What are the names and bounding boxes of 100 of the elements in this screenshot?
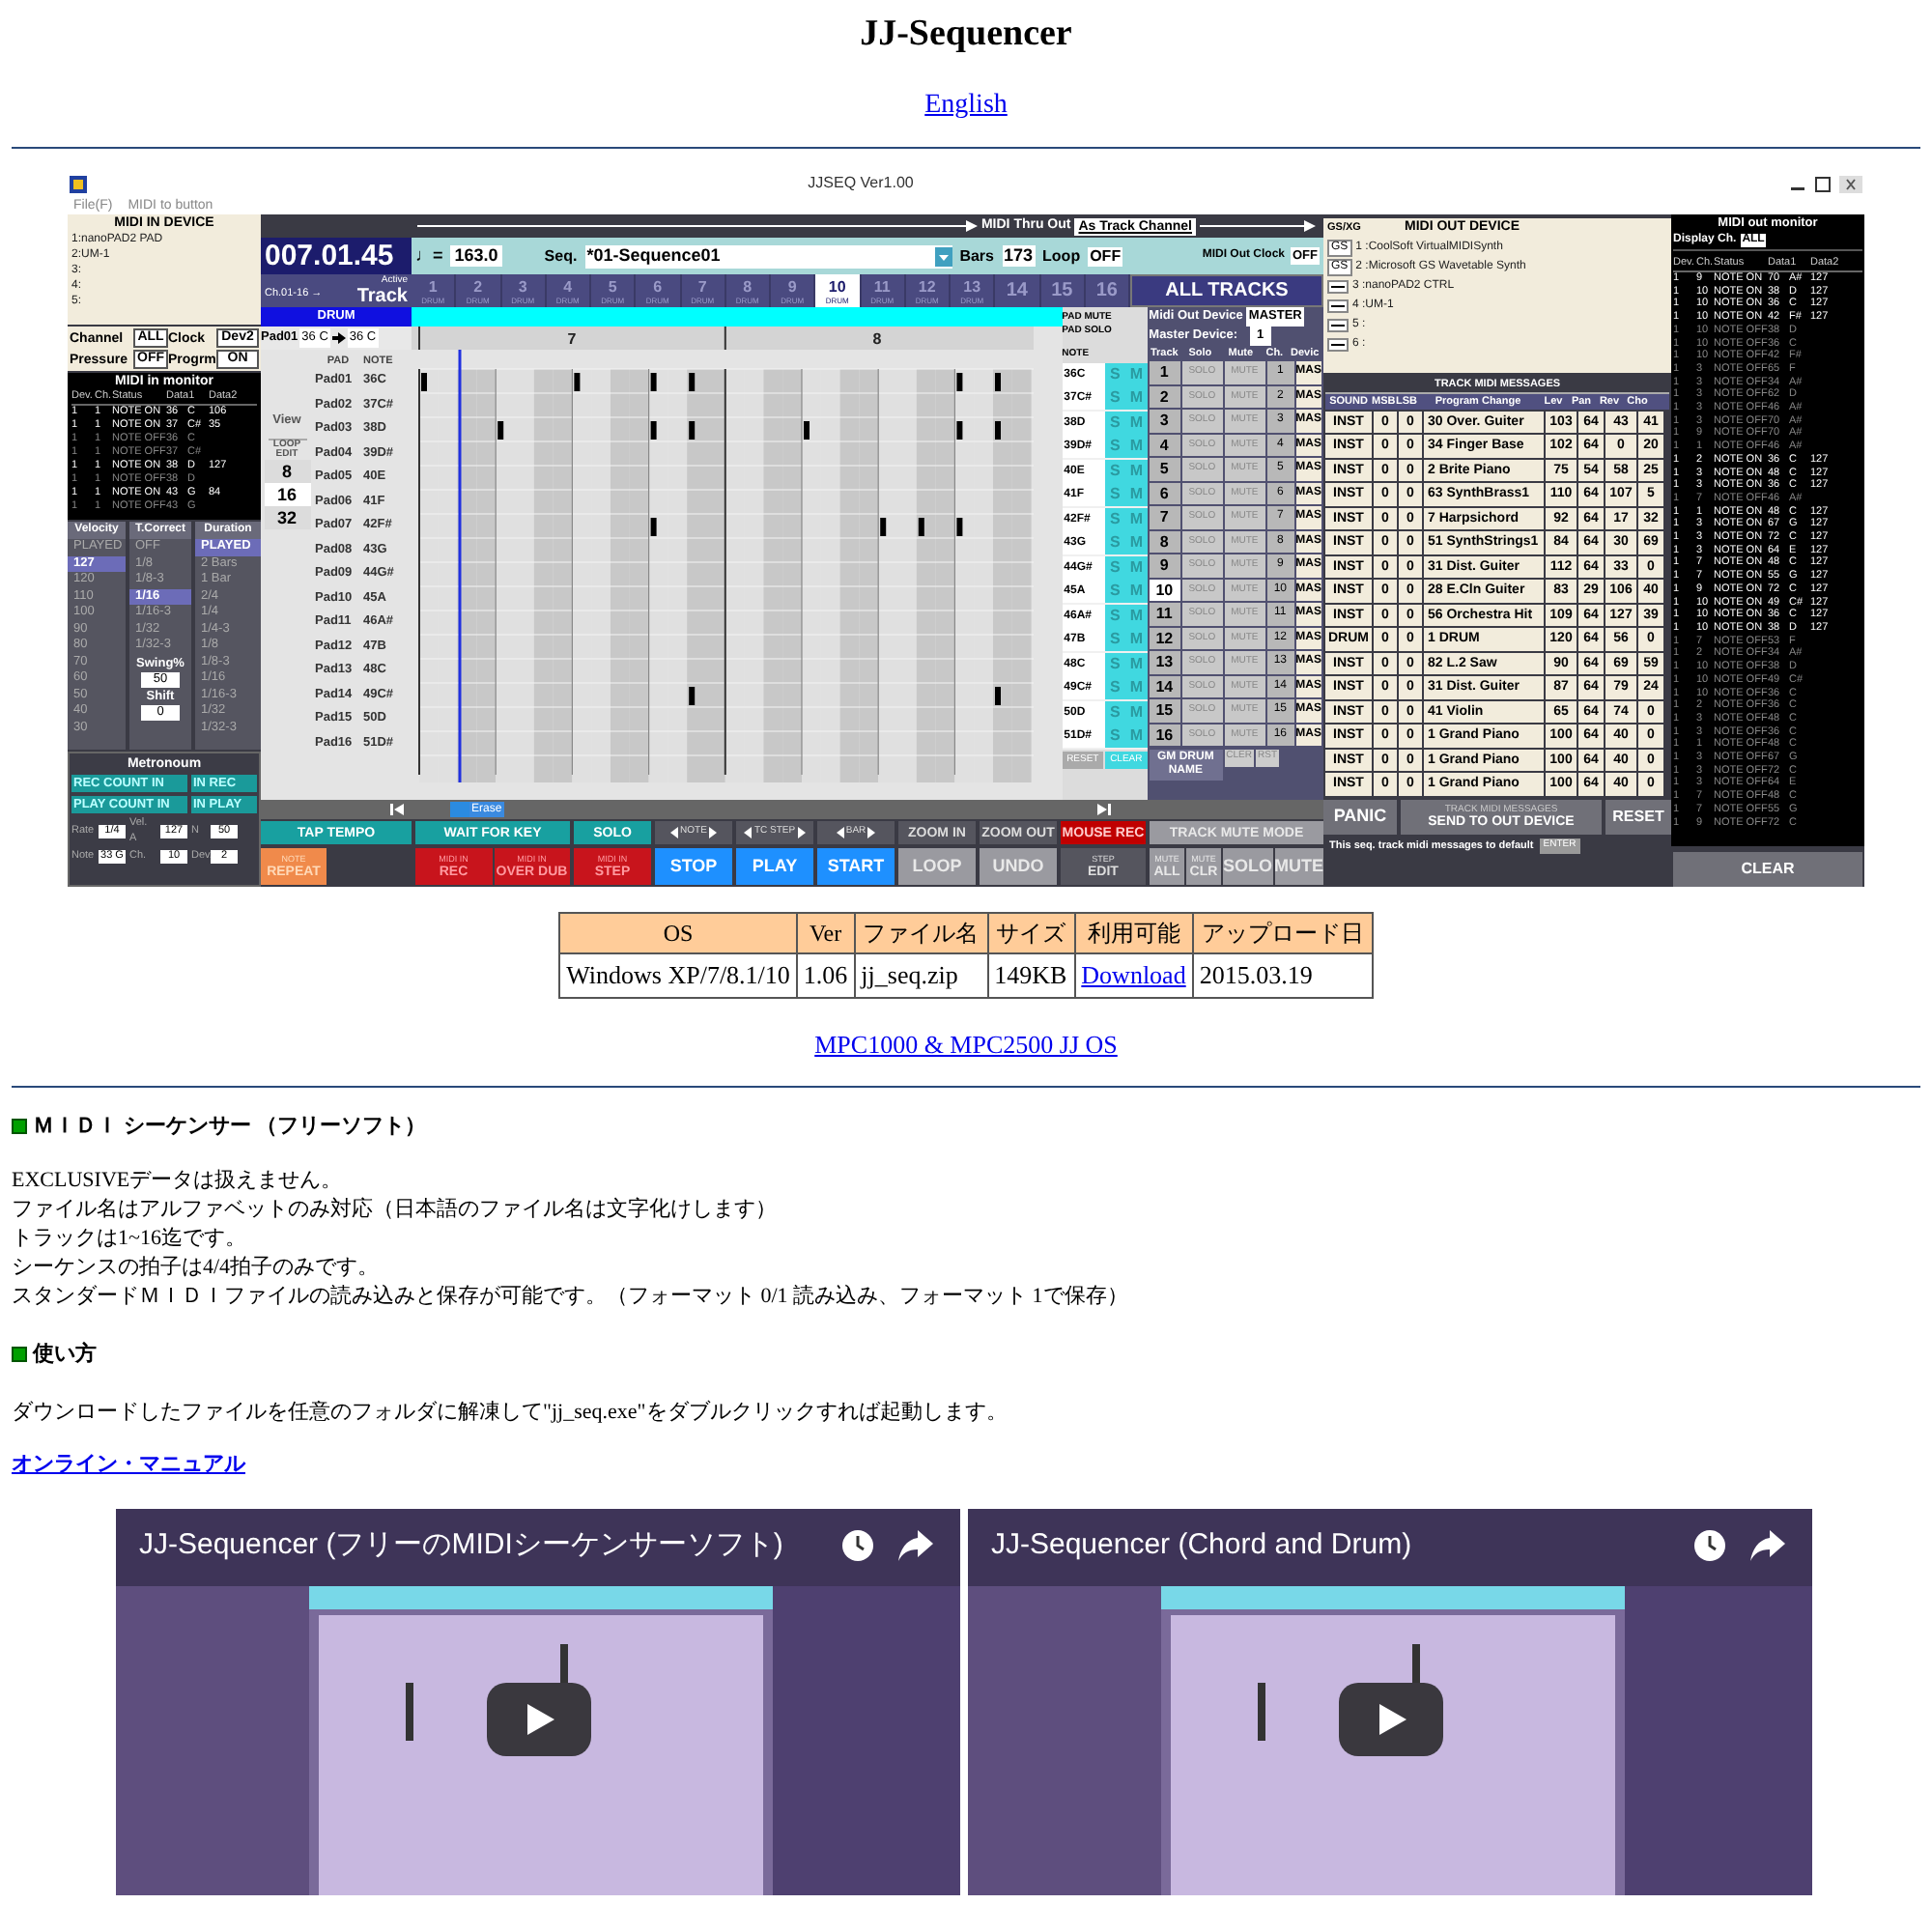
arrow-line — [1200, 220, 1316, 232]
play-button[interactable] — [487, 1682, 591, 1755]
track-number[interactable]: 11 — [1149, 603, 1180, 625]
note-block[interactable] — [574, 373, 581, 391]
manual-link[interactable]: オンライン・マニュアル — [12, 1448, 245, 1480]
pad-solo-toggle[interactable]: S — [1104, 386, 1126, 411]
note-block[interactable] — [956, 421, 963, 440]
toolbar-button[interactable]: MUTE — [1274, 848, 1324, 885]
note-block[interactable] — [689, 421, 696, 440]
scroll-thumb[interactable] — [450, 802, 469, 817]
pad-solo-toggle[interactable]: S — [1104, 628, 1126, 652]
pad-mute-toggle[interactable]: M — [1125, 724, 1148, 749]
pad-mute-toggle[interactable]: M — [1125, 628, 1148, 652]
track-number[interactable]: 15 — [1149, 699, 1180, 722]
track-number[interactable]: 9 — [1149, 554, 1180, 577]
note-block[interactable] — [689, 373, 696, 391]
track-number[interactable]: 2 — [1149, 385, 1180, 408]
table-header: Ver — [796, 913, 855, 953]
note-block[interactable] — [689, 687, 696, 705]
note-block[interactable] — [880, 518, 887, 536]
pad-mute-toggle[interactable]: M — [1125, 676, 1148, 700]
skip-back-icon[interactable] — [390, 804, 404, 815]
bars-label: Bars — [959, 244, 994, 268]
toolbar-button[interactable]: STOP — [655, 848, 732, 885]
track-number[interactable]: 12 — [1149, 627, 1180, 649]
usage-text: ダウンロードしたファイルを任意のフォルダに解凍して"jj_seq.exe"をダブルクリックすれば起動します。 — [12, 1398, 1009, 1428]
zoom-option[interactable]: 32 — [264, 505, 310, 529]
pad-solo-toggle[interactable]: S — [1104, 724, 1126, 749]
right-arrow-icon — [867, 827, 876, 838]
track-number[interactable]: 4 — [1149, 434, 1180, 456]
section-heading: 使い方 — [33, 1340, 97, 1369]
close-icon[interactable] — [1838, 175, 1862, 192]
track-number[interactable]: 6 — [1149, 482, 1180, 504]
track-label: Track — [356, 286, 408, 307]
pad-mute-toggle[interactable]: M — [1125, 483, 1148, 507]
maximize-icon[interactable] — [1813, 175, 1832, 192]
pad-mute-toggle[interactable]: M — [1125, 435, 1148, 459]
track-number[interactable]: 7 — [1149, 506, 1180, 528]
pad-solo-toggle[interactable]: S — [1104, 580, 1126, 604]
reset-button[interactable]: RESET — [1605, 800, 1671, 835]
pad-solo-toggle[interactable]: S — [1104, 435, 1126, 459]
note-block[interactable] — [956, 373, 963, 391]
left-arrow-icon — [670, 827, 679, 838]
note-block[interactable] — [956, 518, 963, 536]
note-block[interactable] — [650, 518, 657, 536]
toggle-icon[interactable] — [1327, 299, 1349, 313]
pad-mute-toggle[interactable]: M — [1125, 386, 1148, 411]
pad-mute-toggle[interactable]: M — [1125, 580, 1148, 604]
dropdown-icon[interactable] — [934, 246, 952, 266]
toolbar-button[interactable]: SOLO — [1223, 848, 1273, 885]
note-block[interactable] — [497, 421, 504, 440]
pad-solo-toggle[interactable]: S — [1104, 676, 1126, 700]
track-number[interactable]: 13 — [1149, 651, 1180, 673]
note-text: スタンダードＭＩＤＩファイルの読み込みと保存が可能です。（フォーマット 0/1 読み込み、フォーマット 1で保存） — [12, 1282, 1130, 1311]
pad-mute-toggle[interactable]: M — [1125, 362, 1148, 386]
clear-button[interactable]: CLEAR — [1673, 852, 1862, 887]
mpc-link[interactable]: MPC1000 & MPC2500 JJ OS — [814, 1025, 1118, 1063]
note-block[interactable] — [918, 518, 924, 536]
track-number[interactable]: 3 — [1149, 410, 1180, 432]
toolbar-button[interactable]: PLAY — [736, 848, 813, 885]
track-number[interactable]: 1 — [1149, 361, 1180, 384]
toolbar-button[interactable]: START — [817, 848, 895, 885]
app-icon — [70, 175, 87, 192]
all-tracks-button[interactable]: ALL TRACKS — [1130, 274, 1323, 307]
skip-forward-icon[interactable] — [1097, 804, 1111, 815]
note-text: トラックは1~16迄です。 — [12, 1224, 248, 1253]
table-cell: jj_seq.zip — [854, 953, 988, 997]
panic-button[interactable]: PANIC — [1323, 800, 1397, 835]
track-number[interactable]: 10 — [1149, 579, 1180, 601]
toggle-icon[interactable] — [1327, 319, 1349, 332]
zoom-option[interactable]: 16 — [264, 482, 310, 506]
zoom-option[interactable]: 8 — [264, 459, 310, 483]
pad-mute-toggle[interactable]: M — [1125, 531, 1148, 555]
toggle-icon[interactable] — [1327, 280, 1349, 294]
note-block[interactable] — [650, 421, 657, 440]
toolbar-button[interactable]: UNDO — [980, 848, 1057, 885]
note-block[interactable] — [650, 373, 657, 391]
pad-solo-toggle[interactable]: S — [1104, 483, 1126, 507]
track-number[interactable]: 8 — [1149, 530, 1180, 553]
track-number[interactable]: 14 — [1149, 675, 1180, 697]
toolbar-button[interactable]: LOOP — [898, 848, 976, 885]
tempo-field[interactable]: 163.0 — [450, 245, 502, 267]
arrow-icon — [331, 332, 346, 344]
piano-roll-grid[interactable]: 7 8 — [412, 327, 1034, 782]
toggle-icon[interactable] — [1327, 338, 1349, 352]
share-icon[interactable] — [898, 1529, 933, 1560]
bars-field[interactable]: 173 — [1002, 245, 1036, 267]
play-button[interactable] — [1339, 1682, 1443, 1755]
clock-icon[interactable] — [840, 1527, 875, 1562]
pad-solo-toggle[interactable]: S — [1104, 531, 1126, 555]
pad-solo-toggle[interactable]: S — [1104, 362, 1126, 386]
table-header: サイズ — [987, 913, 1075, 953]
language-link[interactable]: English — [924, 89, 1008, 124]
sequence-field[interactable]: *01-Sequence01 — [584, 244, 952, 268]
track-number[interactable]: 5 — [1149, 458, 1180, 480]
clock-icon[interactable] — [1692, 1527, 1727, 1562]
table-cell: 149KB — [987, 953, 1075, 997]
loop-toggle[interactable]: OFF — [1088, 246, 1123, 266]
share-icon[interactable] — [1750, 1529, 1785, 1560]
track-number[interactable]: 16 — [1149, 724, 1180, 746]
